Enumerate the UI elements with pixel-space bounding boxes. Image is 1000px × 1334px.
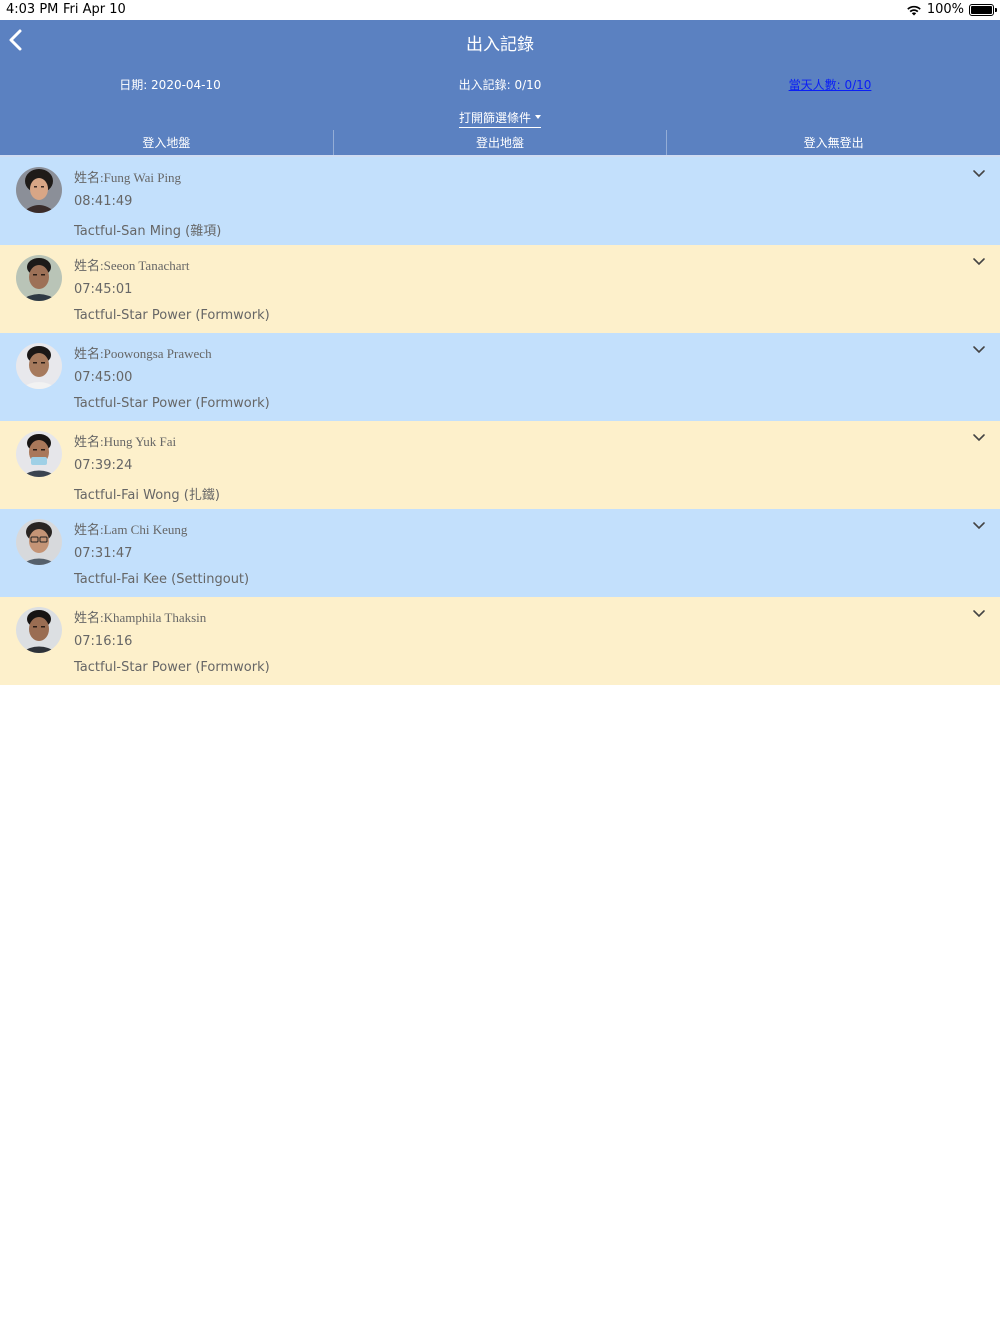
avatar	[16, 167, 62, 213]
record-time: 07:45:01	[74, 282, 133, 297]
record-time: 07:45:00	[74, 370, 133, 385]
record-time: 07:31:47	[74, 546, 133, 561]
record-time: 08:41:49	[74, 194, 133, 209]
list-item[interactable]: 姓名:Lam Chi Keung 07:31:47 Tactful-Fai Ke…	[0, 509, 1000, 597]
page-title: 出入記錄	[466, 35, 534, 55]
status-date: Fri Apr 10	[63, 2, 126, 17]
record-time: 07:16:16	[74, 634, 133, 649]
chevron-down-icon[interactable]	[972, 345, 986, 355]
avatar	[16, 255, 62, 301]
avatar	[16, 343, 62, 389]
avatar	[16, 519, 62, 565]
list-item[interactable]: 姓名:Hung Yuk Fai 07:39:24 Tactful-Fai Won…	[0, 421, 1000, 509]
tab-in-without-out[interactable]: 登入無登出	[666, 130, 1000, 157]
avatar	[16, 431, 62, 477]
status-indicators: 100%	[906, 2, 997, 17]
caret-down-icon	[535, 115, 541, 119]
record-name: 姓名:Hung Yuk Fai	[74, 434, 177, 449]
status-bar: 4:03 PM Fri Apr 10 100%	[0, 0, 1000, 20]
list-item[interactable]: 姓名:Poowongsa Prawech 07:45:00 Tactful-St…	[0, 333, 1000, 421]
chevron-down-icon[interactable]	[972, 257, 986, 267]
info-row: 日期: 2020-04-10 出入記錄: 0/10 當天人數: 0/10	[0, 76, 1000, 94]
chevron-down-icon[interactable]	[972, 521, 986, 531]
chevron-down-icon[interactable]	[972, 433, 986, 443]
filter-toggle-link[interactable]: 打開篩選條件	[458, 109, 541, 128]
record-company: Tactful-San Ming (雜項)	[74, 224, 222, 239]
record-time: 07:39:24	[74, 458, 133, 473]
tab-check-out[interactable]: 登出地盤	[332, 130, 667, 157]
list-item[interactable]: 姓名:Khamphila Thaksin 07:16:16 Tactful-St…	[0, 597, 1000, 685]
record-company: Tactful-Fai Wong (扎鐵)	[74, 488, 220, 503]
filter-toggle[interactable]: 打開篩選條件	[0, 109, 1000, 128]
date-label: 日期: 2020-04-10	[119, 78, 221, 92]
record-name: 姓名:Poowongsa Prawech	[74, 346, 212, 361]
filter-toggle-label: 打開篩選條件	[458, 111, 531, 125]
record-name: 姓名:Khamphila Thaksin	[74, 610, 207, 625]
record-company: Tactful-Star Power (Formwork)	[74, 660, 270, 675]
avatar	[16, 607, 62, 653]
chevron-down-icon[interactable]	[972, 169, 986, 179]
tab-bar: 登入地盤 登出地盤 登入無登出	[0, 130, 1000, 157]
record-name: 姓名:Seeon Tanachart	[74, 258, 190, 273]
list-item[interactable]: 姓名:Seeon Tanachart 07:45:01 Tactful-Star…	[0, 245, 1000, 333]
header: 出入記錄 日期: 2020-04-10 出入記錄: 0/10 當天人數: 0/1…	[0, 20, 1000, 157]
battery-icon	[969, 3, 997, 16]
status-time: 4:03 PM	[6, 2, 59, 17]
list-item[interactable]: 姓名:Fung Wai Ping 08:41:49 Tactful-San Mi…	[0, 157, 1000, 245]
chevron-down-icon[interactable]	[972, 609, 986, 619]
record-company: Tactful-Fai Kee (Settingout)	[74, 572, 250, 587]
record-name: 姓名:Fung Wai Ping	[74, 170, 182, 185]
daily-headcount-link[interactable]: 當天人數: 0/10	[660, 76, 1000, 93]
record-company: Tactful-Star Power (Formwork)	[74, 308, 270, 323]
tab-check-in[interactable]: 登入地盤	[0, 130, 333, 157]
record-name: 姓名:Lam Chi Keung	[74, 522, 188, 537]
wifi-icon	[907, 5, 921, 15]
records-count-label: 出入記錄: 0/10	[458, 78, 542, 92]
record-company: Tactful-Star Power (Formwork)	[74, 396, 270, 411]
record-list: 姓名:Fung Wai Ping 08:41:49 Tactful-San Mi…	[0, 157, 1000, 685]
battery-percent: 100%	[926, 2, 964, 17]
